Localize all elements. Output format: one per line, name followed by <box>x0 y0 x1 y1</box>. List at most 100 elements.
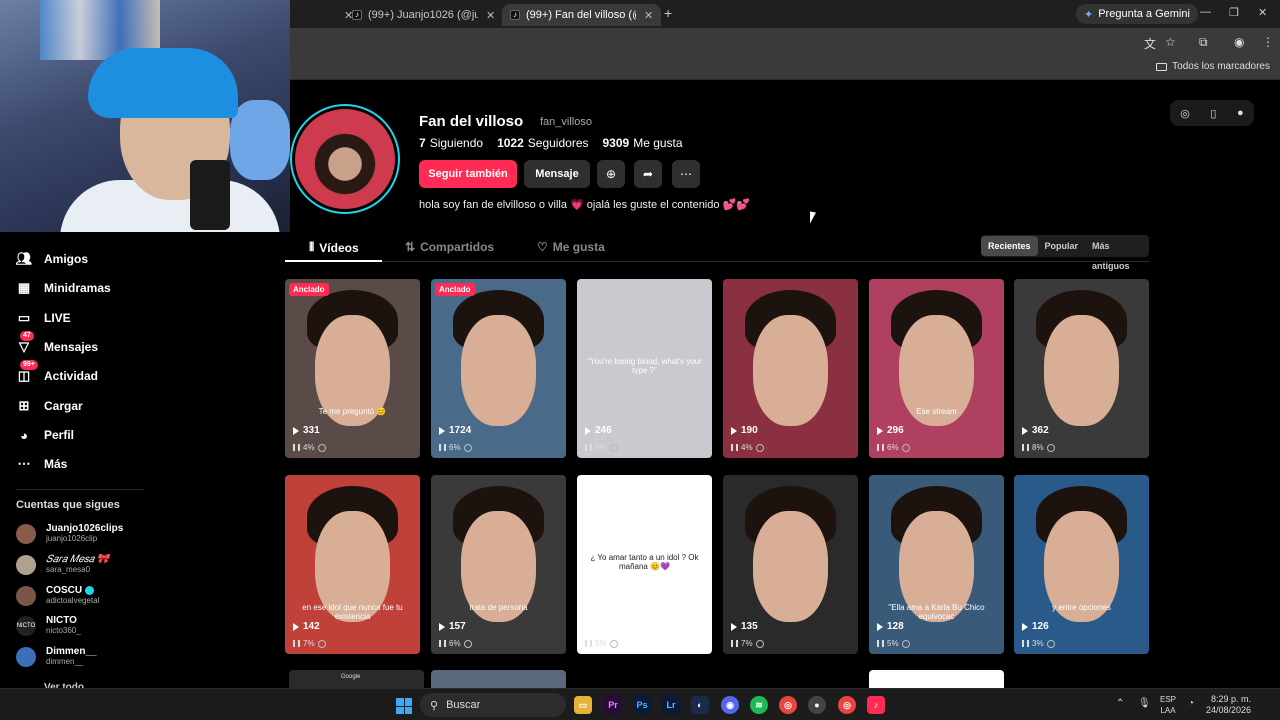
discord-icon[interactable]: ◉ <box>721 696 739 714</box>
sidebar-item-actividad[interactable]: ◫ 99+ Actividad <box>16 360 98 384</box>
chrome-icon[interactable]: ◎ <box>779 696 797 714</box>
device-icon[interactable]: ▯ <box>1210 107 1216 120</box>
extensions-icon[interactable]: ⧉ <box>1199 35 1208 50</box>
browser-tab-active[interactable]: ♪ (99+) Fan del villoso (@fan_villo ✕ <box>502 4 662 26</box>
tab-compartidos[interactable]: ⇅ Compartidos <box>405 240 494 254</box>
video-tile-partial[interactable] <box>869 670 1004 688</box>
window-close-icon[interactable]: ✕ <box>1258 6 1267 19</box>
info-icon[interactable] <box>1046 443 1055 452</box>
chrome-active-icon[interactable]: ◎ <box>838 696 856 714</box>
spotify-icon[interactable]: ≋ <box>750 696 768 714</box>
stats-icon <box>585 640 592 647</box>
play-icon <box>439 426 445 435</box>
info-icon[interactable] <box>463 443 472 452</box>
followed-account[interactable]: 𝑆𝑎𝑟𝑎 𝑀𝑒𝑠𝑎 🎀 sara_mesa0 <box>16 554 109 575</box>
info-icon[interactable] <box>317 639 326 648</box>
sidebar-item-minidramas[interactable]: ▦ Minidramas <box>16 280 111 296</box>
video-tile[interactable]: 135 7% <box>723 475 858 654</box>
lightroom-icon[interactable]: Lr <box>662 696 680 714</box>
info-icon[interactable] <box>755 443 764 452</box>
info-icon[interactable] <box>901 639 910 648</box>
menu-dots-icon[interactable]: ⋮ <box>1262 35 1274 49</box>
video-tile[interactable]: trata de persona 157 6% <box>431 475 566 654</box>
more-options-icon[interactable]: ⋯ <box>672 160 700 188</box>
video-tile[interactable]: "You're losing blood, what's your type ?… <box>577 279 712 458</box>
sort-recientes[interactable]: Recientes <box>981 236 1038 256</box>
steam-icon[interactable]: ◐ <box>691 696 709 714</box>
video-tile[interactable]: 362 8% <box>1014 279 1149 458</box>
video-tile-partial[interactable] <box>431 670 566 688</box>
tab-videos[interactable]: ⦀ Vídeos <box>309 240 359 255</box>
tray-chevron-icon[interactable]: ⌃ <box>1116 698 1124 709</box>
video-tile[interactable]: Anclado 1724 6% <box>431 279 566 458</box>
info-icon[interactable] <box>755 639 764 648</box>
sort-mas-antiguos[interactable]: Más antiguos <box>1085 236 1149 271</box>
sidebar-item-cargar[interactable]: ⊞ Cargar <box>16 398 83 414</box>
account-name: NICTO <box>46 615 77 626</box>
following-stat[interactable]: 7 Siguiendo <box>419 136 483 150</box>
obs-icon[interactable]: ● <box>808 696 826 714</box>
compass-icon[interactable]: ◎ <box>1180 107 1190 120</box>
info-icon[interactable] <box>901 443 910 452</box>
user-avatar-icon[interactable]: ● <box>1237 107 1244 119</box>
profile-avatar-icon[interactable]: ◉ <box>1234 35 1244 49</box>
premiere-icon[interactable]: Pr <box>604 696 622 714</box>
new-tab-button[interactable]: + <box>664 5 672 21</box>
sort-popular[interactable]: Popular <box>1038 236 1086 256</box>
followed-account[interactable]: Juanjo1026clips juanjo1026clip <box>16 523 123 544</box>
video-tile[interactable]: "Ella ama a Karla Bu Chico equivocac 128 5… <box>869 475 1004 654</box>
info-icon[interactable] <box>463 639 472 648</box>
video-tile[interactable]: y entre opciones 126 3% <box>1014 475 1149 654</box>
sidebar-item-live[interactable]: ▭ LIVE <box>16 310 71 326</box>
engagement-value: 6% <box>887 443 899 452</box>
video-tile[interactable]: Anclado Te me preguntó 😊 331 4% <box>285 279 420 458</box>
profile-avatar-image <box>295 109 395 209</box>
restore-icon[interactable]: ❐ <box>1229 6 1239 19</box>
close-icon[interactable]: ✕ <box>486 9 495 22</box>
video-tile[interactable]: Ese stream 296 6% <box>869 279 1004 458</box>
video-tile-partial[interactable]: Google <box>289 670 424 688</box>
taskbar-search[interactable]: ⚲ Buscar <box>420 693 566 717</box>
star-icon[interactable]: ☆ <box>1165 35 1176 49</box>
info-icon[interactable] <box>609 639 618 648</box>
browser-tab[interactable]: ♪ (99+) Juanjo1026 (@juanjo1026 ✕ <box>344 4 503 26</box>
followers-stat[interactable]: 1022 Seguidores <box>497 136 588 150</box>
sidebar-item-mas[interactable]: ⋯ Más <box>16 456 68 472</box>
language-indicator[interactable]: ESP LAA <box>1160 694 1176 716</box>
video-tile[interactable]: ¿ Yo amar tanto a un idol ? Ok mañana 😊💜… <box>577 475 712 654</box>
tab-me-gusta[interactable]: ♡ Me gusta <box>537 240 605 254</box>
sidebar-item-perfil[interactable]: ◕ Perfil <box>16 427 74 443</box>
network-volume-icon[interactable]: ◔ <box>1188 698 1194 709</box>
follow-back-button[interactable]: Seguir también <box>419 160 517 188</box>
followed-account[interactable]: COSCU adictoalvegetal <box>16 585 99 606</box>
followed-account[interactable]: NICTO NICTO nicto360_ <box>16 615 81 636</box>
add-friend-icon[interactable]: ⊕ <box>597 160 625 188</box>
lang-top: ESP <box>1160 695 1177 704</box>
all-bookmarks-button[interactable]: Todos los marcadores <box>1156 61 1270 72</box>
video-tile[interactable]: 190 4% <box>723 279 858 458</box>
followed-account[interactable]: Dimmen__ dimmen__ <box>16 646 97 667</box>
minimize-icon[interactable]: — <box>1200 6 1211 18</box>
stats-icon <box>585 444 592 451</box>
photoshop-icon[interactable]: Ps <box>633 696 651 714</box>
info-icon[interactable] <box>609 443 618 452</box>
sidebar-item-mensajes[interactable]: ▽ 47 Mensajes <box>16 331 98 355</box>
sidebar-item-amigos[interactable]: 👥︎ Amigos <box>16 251 88 267</box>
clock[interactable]: 8:29 p. m. 24/08/2026 <box>1206 694 1251 716</box>
tiktok-app-icon[interactable]: ♪ <box>867 696 885 714</box>
windows-start-icon[interactable] <box>396 698 412 714</box>
info-icon[interactable] <box>1046 639 1055 648</box>
video-tile[interactable]: en ese idol que nunca fue tu existencia 1… <box>285 475 420 654</box>
share-icon[interactable]: ➦ <box>634 160 662 188</box>
info-icon[interactable] <box>317 443 326 452</box>
message-button[interactable]: Mensaje <box>524 160 590 188</box>
view-count-value: 190 <box>741 425 758 436</box>
gemini-button[interactable]: ✦ Pregunta a Gemini <box>1076 4 1198 24</box>
close-icon[interactable]: ✕ <box>644 9 653 22</box>
microphone-icon[interactable]: 🎙︎ <box>1138 698 1151 709</box>
webcam-overlay <box>0 0 290 232</box>
engagement-value: 4% <box>741 443 753 452</box>
translate-icon[interactable]: 文 <box>1144 35 1156 52</box>
file-explorer-icon[interactable]: ▭ <box>574 696 592 714</box>
play-icon <box>731 426 737 435</box>
